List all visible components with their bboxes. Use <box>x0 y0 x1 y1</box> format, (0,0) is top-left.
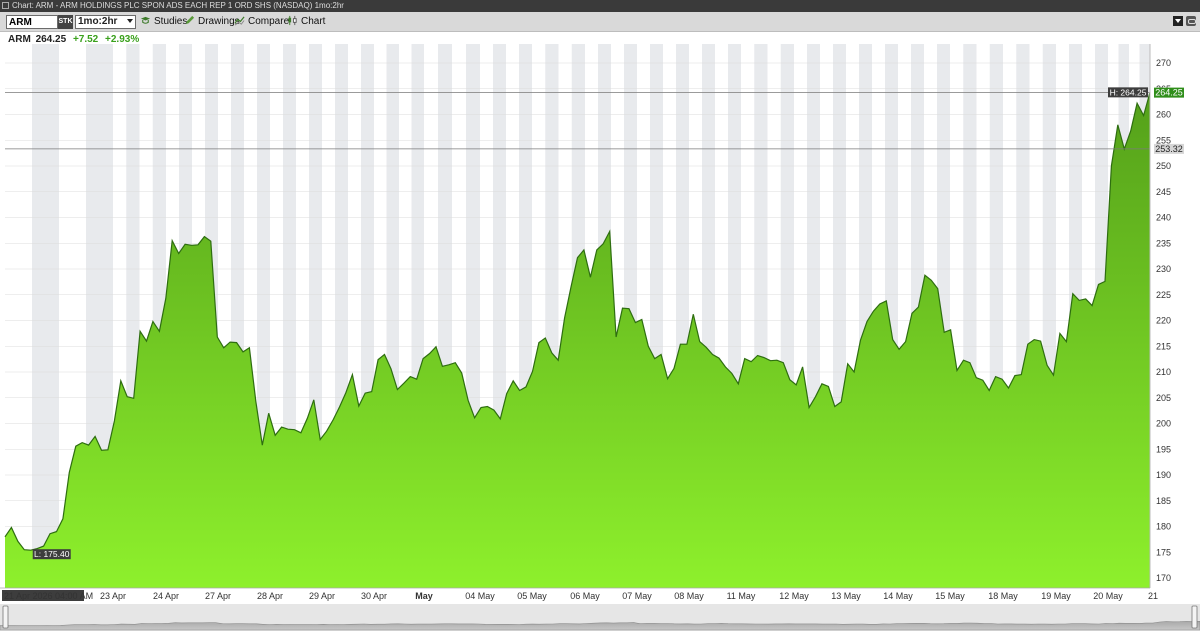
last-price-value: 264.25 <box>1155 88 1183 98</box>
y-tick-label: 270 <box>1156 58 1171 68</box>
x-tick-label: 29 Apr <box>309 591 335 601</box>
x-tick-label: 24 Apr <box>153 591 179 601</box>
y-tick-label: 195 <box>1156 444 1171 454</box>
x-tick-label: 27 Apr <box>205 591 231 601</box>
x-tick-label: 04 May <box>465 591 495 601</box>
y-tick-label: 235 <box>1156 238 1171 248</box>
quote-change: +7.52 <box>72 34 99 45</box>
high-marker: H: 264.25 <box>1108 87 1148 98</box>
x-tick-label: 13 May <box>831 591 861 601</box>
y-tick-label: 225 <box>1156 290 1171 300</box>
reference-price-value: 253.32 <box>1155 144 1183 154</box>
y-tick-label: 215 <box>1156 341 1171 351</box>
y-tick-label: 205 <box>1156 393 1171 403</box>
low-marker: L: 175.40 <box>32 549 71 560</box>
y-tick-label: 250 <box>1156 161 1171 171</box>
quote-symbol: ARM <box>8 34 31 45</box>
x-tick-label: 06 May <box>570 591 600 601</box>
high-label: H: 264.25 <box>1110 87 1147 97</box>
quote-change-percent: +2.93% <box>105 34 140 45</box>
x-tick-label: May <box>415 591 433 601</box>
x-tick-label: 18 May <box>988 591 1018 601</box>
quote-price: 264.25 <box>35 34 67 45</box>
quote-line: ARM 264.25 +7.52 +2.93% <box>8 34 139 45</box>
x-tick-label: 28 Apr <box>257 591 283 601</box>
navigator[interactable] <box>0 604 1200 631</box>
x-tick-label: 08 May <box>674 591 704 601</box>
x-tick-label: 21 Apr 2026 04:00 AM <box>4 591 93 601</box>
x-tick-label: 05 May <box>517 591 547 601</box>
x-tick-label: 12 May <box>779 591 809 601</box>
x-tick-label: 11 May <box>727 591 756 601</box>
time-axis-background <box>0 588 1200 603</box>
y-tick-label: 245 <box>1156 187 1171 197</box>
y-tick-label: 175 <box>1156 547 1171 557</box>
time-band <box>32 44 59 588</box>
x-tick-label: 21 <box>1148 591 1158 601</box>
y-tick-label: 240 <box>1156 213 1171 223</box>
navigator-left-handle[interactable] <box>2 605 9 629</box>
price-chart[interactable]: 170 175 180 185 190 195 200 205 210 215 220 225 230 2… <box>0 0 1200 631</box>
x-tick-label: 07 May <box>622 591 652 601</box>
low-label: L: 175.40 <box>34 549 70 559</box>
y-tick-label: 220 <box>1156 316 1171 326</box>
navigator-right-handle[interactable] <box>1191 605 1198 629</box>
y-tick-label: 190 <box>1156 470 1171 480</box>
x-tick-label: 14 May <box>883 591 913 601</box>
y-tick-label: 170 <box>1156 573 1171 583</box>
last-price-badge: 264.25 <box>1154 87 1184 98</box>
reference-price-badge: 253.32 <box>1154 143 1184 154</box>
y-tick-label: 180 <box>1156 522 1171 532</box>
x-tick-label: 15 May <box>935 591 965 601</box>
x-tick-label: 30 Apr <box>361 591 387 601</box>
price-axis: 170 175 180 185 190 195 200 205 210 215 220 225 230 2… <box>1156 58 1171 583</box>
y-tick-label: 210 <box>1156 367 1171 377</box>
x-tick-label: 23 Apr <box>100 591 126 601</box>
x-tick-label: 20 May <box>1093 591 1123 601</box>
y-tick-label: 260 <box>1156 110 1171 120</box>
x-tick-label: 19 May <box>1041 591 1071 601</box>
y-tick-label: 200 <box>1156 419 1171 429</box>
y-tick-label: 230 <box>1156 264 1171 274</box>
y-tick-label: 185 <box>1156 496 1171 506</box>
